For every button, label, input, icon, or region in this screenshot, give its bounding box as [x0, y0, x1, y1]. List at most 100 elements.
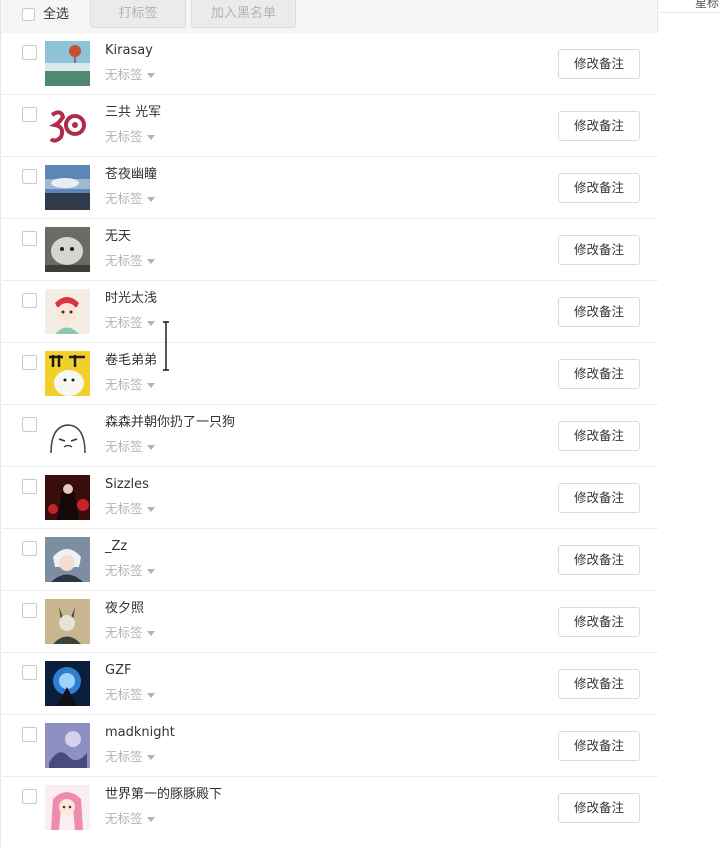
row-checkbox[interactable]	[22, 541, 37, 556]
chevron-down-icon	[146, 693, 155, 698]
edit-remark-button[interactable]: 修改备注	[558, 669, 640, 699]
avatar[interactable]	[45, 289, 90, 334]
friend-name[interactable]: Sizzles	[105, 476, 149, 494]
edit-remark-button[interactable]: 修改备注	[558, 235, 640, 265]
tag-label: 无标签	[105, 687, 143, 702]
edit-remark-button[interactable]: 修改备注	[558, 173, 640, 203]
avatar[interactable]	[45, 103, 90, 148]
tag-label: 无标签	[105, 563, 143, 578]
tag-dropdown[interactable]: 无标签	[105, 624, 155, 642]
friend-name[interactable]: 时光太浅	[105, 290, 157, 308]
tag-dropdown[interactable]: 无标签	[105, 66, 155, 84]
chevron-down-icon	[146, 197, 155, 202]
edit-remark-button[interactable]: 修改备注	[558, 793, 640, 823]
edit-remark-button[interactable]: 修改备注	[558, 359, 640, 389]
edit-remark-button[interactable]: 修改备注	[558, 421, 640, 451]
chevron-down-icon	[146, 73, 155, 78]
edit-remark-button[interactable]: 修改备注	[558, 483, 640, 513]
friend-name[interactable]: 卷毛弟弟	[105, 352, 157, 370]
tag-dropdown[interactable]: 无标签	[105, 810, 155, 828]
friend-name[interactable]: GZF	[105, 662, 131, 680]
tag-dropdown[interactable]: 无标签	[105, 252, 155, 270]
friend-name[interactable]: 无天	[105, 228, 131, 246]
friend-row: 世界第一的豚豚殿下 无标签 修改备注	[2, 777, 658, 839]
row-checkbox[interactable]	[22, 107, 37, 122]
tag-label: 无标签	[105, 749, 143, 764]
edit-remark-button[interactable]: 修改备注	[558, 297, 640, 327]
row-checkbox[interactable]	[22, 355, 37, 370]
friend-row: 无天 无标签 修改备注	[2, 219, 658, 281]
row-checkbox[interactable]	[22, 293, 37, 308]
avatar[interactable]	[45, 661, 90, 706]
tag-dropdown[interactable]: 无标签	[105, 190, 155, 208]
friend-row: 夜夕照 无标签 修改备注	[2, 591, 658, 653]
avatar[interactable]	[45, 723, 90, 768]
friend-name[interactable]: 苍夜幽瞳	[105, 166, 157, 184]
tag-dropdown[interactable]: 无标签	[105, 128, 155, 146]
chevron-down-icon	[146, 321, 155, 326]
tag-dropdown[interactable]: 无标签	[105, 562, 155, 580]
row-checkbox[interactable]	[22, 789, 37, 804]
friend-row: Sizzles 无标签 修改备注	[2, 467, 658, 529]
friend-row: 森森并朝你扔了一只狗 无标签 修改备注	[2, 405, 658, 467]
edit-remark-button[interactable]: 修改备注	[558, 731, 640, 761]
friend-name[interactable]: 夜夕照	[105, 600, 144, 618]
avatar[interactable]	[45, 165, 90, 210]
edit-remark-button[interactable]: 修改备注	[558, 49, 640, 79]
row-checkbox[interactable]	[22, 665, 37, 680]
friend-row: 卷毛弟弟 无标签 修改备注	[2, 343, 658, 405]
avatar[interactable]	[45, 351, 90, 396]
tag-label: 无标签	[105, 811, 143, 826]
friend-row: madknight 无标签 修改备注	[2, 715, 658, 777]
row-checkbox[interactable]	[22, 231, 37, 246]
edit-remark-button[interactable]: 修改备注	[558, 607, 640, 637]
tag-label: 无标签	[105, 439, 143, 454]
tag-dropdown[interactable]: 无标签	[105, 686, 155, 704]
chevron-down-icon	[146, 383, 155, 388]
row-checkbox[interactable]	[22, 45, 37, 60]
friend-name[interactable]: _Zz	[105, 538, 127, 556]
tag-label: 无标签	[105, 191, 143, 206]
select-all-label[interactable]: 全选	[43, 7, 69, 23]
friend-row: 三共 光军 无标签 修改备注	[2, 95, 658, 157]
avatar[interactable]	[45, 537, 90, 582]
list-bottom	[2, 833, 658, 847]
tag-dropdown[interactable]: 无标签	[105, 748, 155, 766]
friend-name[interactable]: Kirasay	[105, 42, 153, 60]
chevron-down-icon	[146, 259, 155, 264]
row-checkbox[interactable]	[22, 417, 37, 432]
friend-list-panel: 全选 打标签 加入黑名单 Kirasay 无标签 修改备注 三共 光军 无标签 …	[0, 0, 658, 847]
avatar[interactable]	[45, 41, 90, 86]
row-checkbox[interactable]	[22, 169, 37, 184]
tag-button[interactable]: 打标签	[90, 0, 186, 28]
edit-remark-button[interactable]: 修改备注	[558, 545, 640, 575]
avatar[interactable]	[45, 599, 90, 644]
row-checkbox[interactable]	[22, 727, 37, 742]
avatar[interactable]	[45, 413, 90, 458]
tag-dropdown[interactable]: 无标签	[105, 438, 155, 456]
row-checkbox[interactable]	[22, 479, 37, 494]
mouse-cursor-icon	[160, 320, 172, 376]
add-to-blacklist-button[interactable]: 加入黑名单	[191, 0, 296, 28]
chevron-down-icon	[146, 817, 155, 822]
chevron-down-icon	[146, 507, 155, 512]
chevron-down-icon	[146, 135, 155, 140]
row-checkbox[interactable]	[22, 603, 37, 618]
avatar[interactable]	[45, 785, 90, 830]
avatar[interactable]	[45, 227, 90, 272]
tag-label: 无标签	[105, 67, 143, 82]
tag-dropdown[interactable]: 无标签	[105, 314, 155, 332]
avatar[interactable]	[45, 475, 90, 520]
tag-dropdown[interactable]: 无标签	[105, 500, 155, 518]
tag-label: 无标签	[105, 315, 143, 330]
edit-remark-button[interactable]: 修改备注	[558, 111, 640, 141]
friend-row: 时光太浅 无标签 修改备注	[2, 281, 658, 343]
select-all-checkbox[interactable]	[22, 8, 35, 21]
friend-name[interactable]: 森森并朝你扔了一只狗	[105, 414, 235, 432]
friend-name[interactable]: madknight	[105, 724, 175, 742]
friend-name[interactable]: 三共 光军	[105, 104, 161, 122]
side-divider	[660, 12, 720, 13]
tag-dropdown[interactable]: 无标签	[105, 376, 155, 394]
friend-name[interactable]: 世界第一的豚豚殿下	[105, 786, 222, 804]
tag-label: 无标签	[105, 501, 143, 516]
